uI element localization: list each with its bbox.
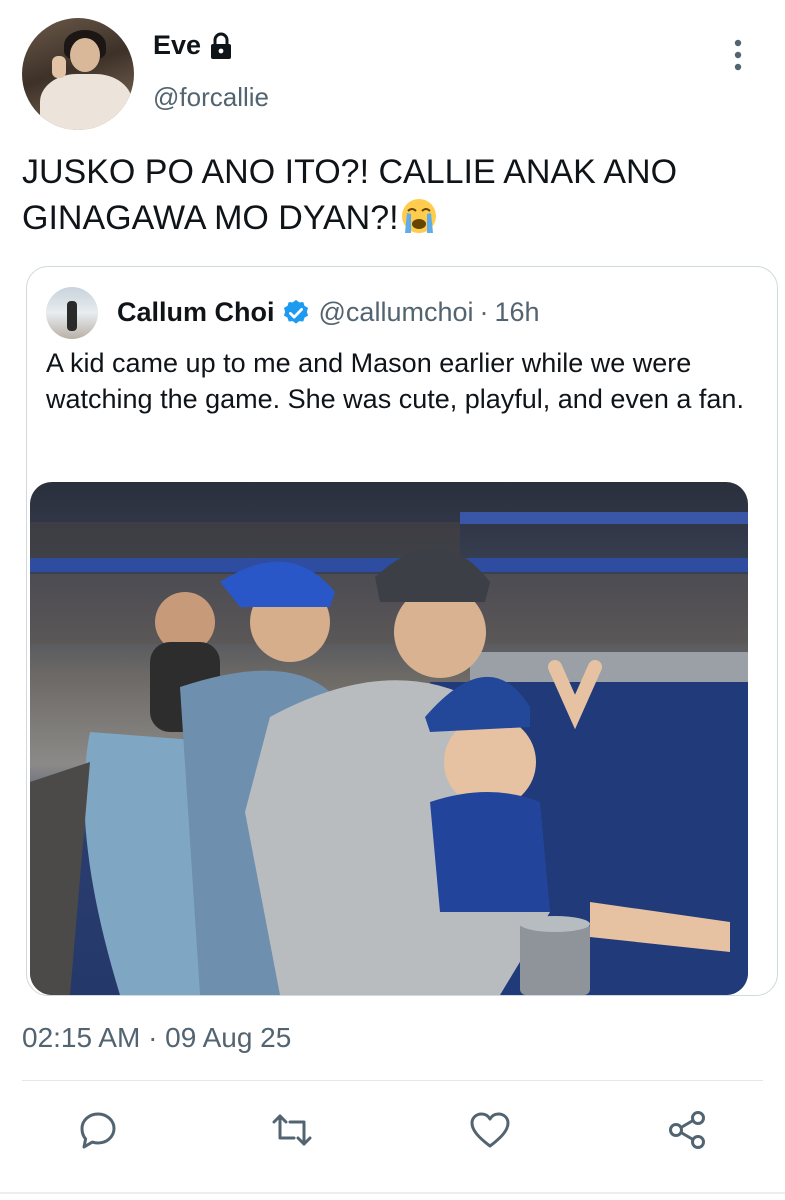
author-avatar[interactable] (22, 18, 134, 130)
header-separator: · (479, 297, 489, 327)
tweet-timestamp[interactable]: 02:15 AM · 09 Aug 25 (22, 1022, 291, 1054)
action-bar (0, 1108, 785, 1160)
author-name[interactable]: Eve (153, 30, 201, 61)
lock-icon (211, 32, 232, 59)
verified-badge-icon (283, 299, 308, 324)
divider (22, 1080, 763, 1081)
quoted-tweet-text: A kid came up to me and Mason earlier wh… (46, 348, 744, 414)
quoted-tweet-card[interactable]: Callum Choi @callumchoi · 16h A kid came… (26, 266, 778, 996)
quoted-tweet-photo[interactable] (30, 482, 748, 995)
crying-face-emoji-icon (401, 199, 436, 233)
author-name-row[interactable]: Eve (153, 30, 235, 61)
quoted-tweet-age: 16h (494, 297, 540, 327)
tweet-text-content: JUSKO PO ANO ITO?! CALLIE ANAK ANO GINAG… (22, 153, 678, 237)
share-icon[interactable] (665, 1108, 709, 1152)
tweet-text: JUSKO PO ANO ITO?! CALLIE ANAK ANO GINAG… (22, 150, 762, 241)
like-icon[interactable] (468, 1108, 512, 1152)
bottom-divider (0, 1192, 785, 1194)
quoted-author-avatar[interactable] (46, 287, 98, 339)
reply-icon[interactable] (76, 1108, 120, 1152)
quoted-tweet-header: Callum Choi @callumchoi · 16h (117, 297, 540, 328)
more-options-icon[interactable] (728, 38, 748, 72)
retweet-icon[interactable] (270, 1108, 314, 1152)
quoted-author-handle[interactable]: @callumchoi (319, 297, 474, 328)
author-handle[interactable]: @forcallie (153, 82, 269, 113)
quoted-author-name[interactable]: Callum Choi (117, 297, 275, 328)
